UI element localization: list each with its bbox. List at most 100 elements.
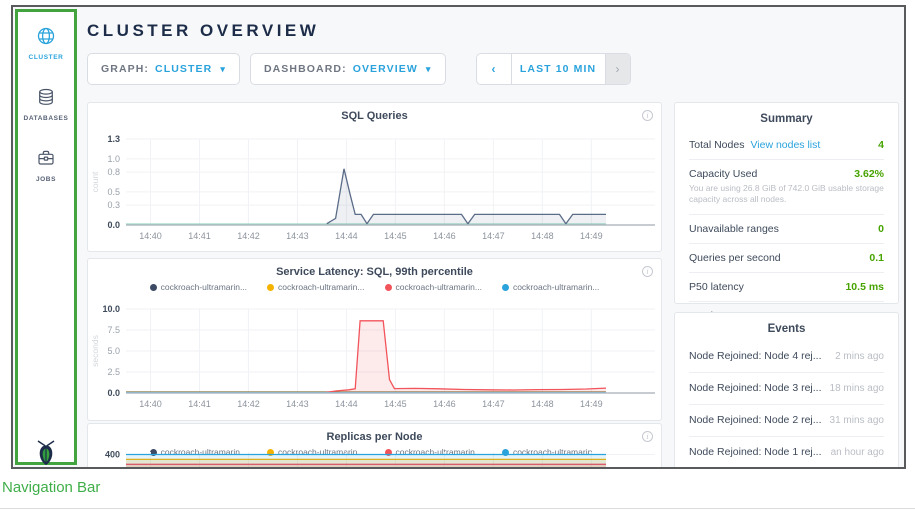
service-latency-card: Service Latency: SQL, 99th percentile i … [87,258,662,421]
replicas-per-node-card: Replicas per Node i cockroach-ultramarin… [87,423,662,469]
svg-text:14:48: 14:48 [531,399,554,409]
time-range-value[interactable]: LAST 10 MIN [511,54,606,84]
summary-value: 0 [878,223,884,235]
globe-icon [36,26,56,46]
chart-title: Replicas per Node [88,431,661,443]
svg-text:14:49: 14:49 [580,231,603,241]
svg-text:14:40: 14:40 [139,231,162,241]
summary-value: 0.1 [869,252,884,264]
chart-legend: cockroach-ultramarin... cockroach-ultram… [88,282,661,292]
summary-value: 10.5 ms [845,281,884,293]
sql-queries-card: SQL Queries i 14:4014:4114:4214:4314:441… [87,102,662,252]
sql-queries-chart: 14:4014:4114:4214:4314:4414:4514:4614:47… [88,125,663,251]
app-window: CLUSTER DATABASES [11,5,906,469]
sidebar-item-jobs[interactable]: JOBS [18,148,74,183]
legend-dot [502,284,509,291]
event-text: Node Rejoined: Node 3 rej... [689,382,822,394]
svg-text:0.5: 0.5 [107,187,120,197]
svg-text:14:45: 14:45 [384,231,407,241]
legend-label: cockroach-ultramarin... [513,282,599,292]
info-icon[interactable]: i [642,266,653,277]
dashboard-dropdown-label: DASHBOARD: [264,63,347,75]
svg-text:14:42: 14:42 [237,231,260,241]
navigation-bar-caption: Navigation Bar [2,479,100,496]
svg-text:count: count [90,171,100,192]
event-row[interactable]: Node Rejoined: Node 4 rej... 2 mins ago [689,341,884,373]
svg-text:14:45: 14:45 [384,399,407,409]
sidebar-label-jobs: JOBS [18,176,74,183]
svg-text:14:43: 14:43 [286,399,309,409]
event-text: Node Rejoined: Node 2 rej... [689,414,822,426]
summary-label: Unavailable ranges [689,223,779,235]
time-range-next-button: › [606,54,630,84]
service-latency-chart: 14:40 14:41 14:42 14:43 14:44 14:45 14:46 14:47… [88,299,663,419]
summary-value: 4 [878,139,884,151]
legend-dot [385,284,392,291]
event-row[interactable]: Node Rejoined: Node 3 rej... 18 mins ago [689,373,884,405]
view-nodes-list-link[interactable]: View nodes list [750,139,820,151]
graph-dropdown-label: GRAPH: [101,63,149,75]
summary-row-capacity-used: Capacity Used 3.62% You are using 26.8 G… [689,160,884,215]
svg-text:0.3: 0.3 [107,200,120,210]
event-text: Node Rejoined: Node 1 rej... [689,446,822,458]
svg-text:0.8: 0.8 [107,167,120,177]
svg-text:14:41: 14:41 [188,399,211,409]
time-range-prev-button[interactable]: ‹ [477,54,511,84]
info-icon[interactable]: i [642,431,653,442]
legend-item: cockroach-ultramarin... [502,282,599,292]
summary-title: Summary [689,103,884,131]
bottom-divider [0,508,915,509]
svg-text:14:42: 14:42 [237,399,260,409]
sidebar-label-cluster: CLUSTER [18,54,74,61]
svg-text:14:48: 14:48 [531,231,554,241]
svg-text:14:46: 14:46 [433,399,456,409]
sidebar-item-cluster[interactable]: CLUSTER [18,26,74,61]
svg-text:14:41: 14:41 [188,231,211,241]
sidebar-label-databases: DATABASES [18,115,74,122]
svg-text:14:49: 14:49 [580,399,603,409]
svg-text:1.0: 1.0 [107,154,120,164]
svg-text:0.0: 0.0 [107,220,120,230]
graph-dropdown[interactable]: GRAPH: CLUSTER ▾ [87,53,240,85]
summary-row-queries-per-second: Queries per second 0.1 [689,244,884,273]
summary-row-total-nodes: Total Nodes View nodes list 4 [689,131,884,160]
svg-text:14:46: 14:46 [433,231,456,241]
summary-label: Queries per second [689,252,781,264]
svg-text:7.5: 7.5 [107,325,120,335]
events-panel: Events Node Rejoined: Node 4 rej... 2 mi… [674,312,899,469]
navigation-bar: CLUSTER DATABASES [15,9,77,465]
svg-text:400: 400 [105,450,120,460]
dashboard-dropdown[interactable]: DASHBOARD: OVERVIEW ▾ [250,53,446,85]
cockroachdb-logo[interactable] [33,438,59,469]
events-title: Events [689,313,884,341]
event-time: 18 mins ago [830,383,884,394]
event-time: 2 mins ago [835,351,884,362]
sidebar-item-databases[interactable]: DATABASES [18,87,74,122]
time-range-selector: ‹ LAST 10 MIN › [476,53,631,85]
summary-panel: Summary Total Nodes View nodes list 4 Ca… [674,102,899,304]
legend-item: cockroach-ultramarin... [150,282,247,292]
legend-label: cockroach-ultramarin... [161,282,247,292]
legend-item: cockroach-ultramarin... [385,282,482,292]
legend-label: cockroach-ultramarin... [278,282,364,292]
chevron-down-icon: ▾ [426,64,432,75]
cockroach-bug-icon [33,438,59,466]
summary-value: 3.62% [854,168,884,180]
svg-text:14:44: 14:44 [335,399,358,409]
chart-title: Service Latency: SQL, 99th percentile [88,266,661,278]
summary-label: P50 latency [689,281,744,293]
svg-text:14:40: 14:40 [139,399,162,409]
event-row[interactable]: Node Rejoined: Node 2 rej... 31 mins ago [689,405,884,437]
svg-text:14:47: 14:47 [482,399,505,409]
event-text: Node Rejoined: Node 4 rej... [689,350,822,362]
svg-text:5.0: 5.0 [107,346,120,356]
legend-item: cockroach-ultramarin... [267,282,364,292]
svg-text:14:44: 14:44 [335,231,358,241]
info-icon[interactable]: i [642,110,653,121]
svg-text:14:43: 14:43 [286,231,309,241]
event-time: an hour ago [831,447,884,458]
graph-dropdown-value: CLUSTER [155,63,212,75]
event-time: 31 mins ago [830,415,884,426]
event-row[interactable]: Node Rejoined: Node 1 rej... an hour ago [689,437,884,469]
svg-text:10.0: 10.0 [102,304,120,314]
